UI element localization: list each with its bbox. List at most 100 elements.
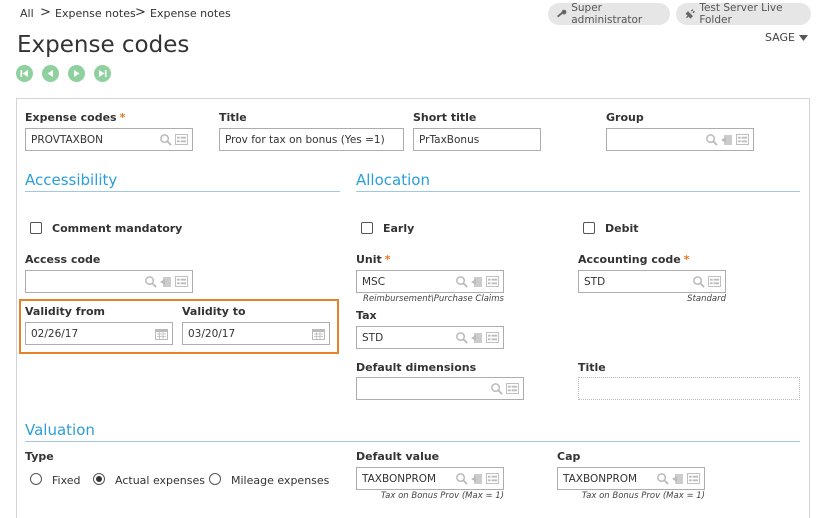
tax-value: STD <box>362 331 384 344</box>
list-icon[interactable] <box>486 332 499 343</box>
caret-down-icon <box>799 34 808 41</box>
allocation-divider <box>356 191 800 192</box>
list-icon[interactable] <box>736 134 749 145</box>
type-label: Type <box>25 450 54 463</box>
search-icon[interactable] <box>705 133 718 146</box>
next-record-button[interactable] <box>68 65 85 82</box>
valuation-divider <box>25 441 800 442</box>
type-actual-label: Actual expenses <box>115 474 205 487</box>
allocation-title-field <box>578 377 800 400</box>
skip-first-icon <box>20 70 28 77</box>
unit-hint: Reimbursement\Purchase Claims <box>362 294 504 304</box>
first-record-button[interactable] <box>16 65 33 82</box>
validity-from-label: Validity from <box>25 305 106 318</box>
group-field[interactable] <box>606 128 754 151</box>
short-title-field[interactable]: PrTaxBonus <box>413 128 541 151</box>
arrow-right-icon <box>74 70 80 77</box>
plug-icon <box>685 8 695 19</box>
accounting-code-value: STD <box>584 275 606 288</box>
search-icon[interactable] <box>455 331 468 344</box>
list-icon[interactable] <box>708 276 721 287</box>
search-icon[interactable] <box>490 382 503 395</box>
validity-from-field[interactable]: 02/26/17 <box>25 322 173 345</box>
type-mileage-label: Mileage expenses <box>231 474 330 487</box>
validity-to-label: Validity to <box>182 305 246 318</box>
accounting-code-field[interactable]: STD <box>578 270 726 293</box>
server-label: Test Server Live Folder <box>699 2 783 26</box>
default-dimensions-label: Default dimensions <box>356 361 477 374</box>
search-icon[interactable] <box>656 472 669 485</box>
list-icon[interactable] <box>486 473 499 484</box>
valuation-heading: Valuation <box>25 421 95 439</box>
search-icon[interactable] <box>455 275 468 288</box>
list-icon[interactable] <box>175 276 188 287</box>
open-icon[interactable] <box>672 473 684 485</box>
unit-field[interactable]: MSC <box>356 270 504 293</box>
default-dimensions-field[interactable] <box>356 377 524 400</box>
comment-mandatory-label: Comment mandatory <box>52 222 183 235</box>
search-icon[interactable] <box>144 275 157 288</box>
open-icon[interactable] <box>160 276 172 288</box>
title-label: Title <box>219 111 247 124</box>
debit-label: Debit <box>605 222 639 235</box>
default-value-field[interactable]: TAXBONPROM <box>356 467 504 490</box>
expense-codes-label: Expense codes * <box>25 111 126 124</box>
short-title-label: Short title <box>413 111 477 124</box>
open-icon[interactable] <box>721 134 733 146</box>
default-value-hint: Tax on Bonus Prov (Max = 1) <box>380 491 504 501</box>
accounting-code-label: Accounting code * <box>578 253 690 266</box>
access-code-field[interactable] <box>25 270 193 293</box>
early-checkbox[interactable] <box>361 222 373 234</box>
calendar-icon[interactable] <box>155 328 168 340</box>
previous-record-button[interactable] <box>42 65 59 82</box>
search-icon[interactable] <box>692 275 705 288</box>
accounting-code-hint: Standard <box>687 294 726 304</box>
type-actual-radio[interactable] <box>93 473 105 485</box>
super-admin-label: Super administrator <box>571 2 643 26</box>
unit-label: Unit * <box>356 253 391 266</box>
chevron-right-icon: > <box>40 5 51 20</box>
validity-from-value: 02/26/17 <box>31 327 79 340</box>
cap-field[interactable]: TAXBONPROM <box>557 467 705 490</box>
chevron-right-icon: > <box>135 5 146 20</box>
list-icon[interactable] <box>687 473 700 484</box>
page-title: Expense codes <box>17 32 190 58</box>
breadcrumb-expense-notes-1[interactable]: Expense notes <box>55 7 136 20</box>
title-value: Prov for tax on bonus (Yes =1) <box>225 133 385 146</box>
allocation-heading: Allocation <box>356 171 430 189</box>
calendar-icon[interactable] <box>312 328 325 340</box>
sage-menu[interactable]: SAGE <box>765 31 808 44</box>
debit-checkbox[interactable] <box>583 222 595 234</box>
super-admin-button[interactable]: Super administrator <box>548 2 670 26</box>
access-code-label: Access code <box>25 253 101 266</box>
tax-label: Tax <box>356 309 377 322</box>
skip-last-icon <box>99 70 107 77</box>
type-fixed-radio[interactable] <box>30 473 42 485</box>
list-icon[interactable] <box>486 276 499 287</box>
breadcrumb-expense-notes-2[interactable]: Expense notes <box>150 7 231 20</box>
open-icon[interactable] <box>471 332 483 344</box>
search-icon[interactable] <box>455 472 468 485</box>
type-fixed-label: Fixed <box>52 474 81 487</box>
search-icon[interactable] <box>159 133 172 146</box>
validity-to-field[interactable]: 03/20/17 <box>182 322 330 345</box>
tax-field[interactable]: STD <box>356 326 504 349</box>
expense-codes-field[interactable]: PROVTAXBON <box>25 128 193 151</box>
last-record-button[interactable] <box>94 65 111 82</box>
expense-codes-value: PROVTAXBON <box>31 133 104 146</box>
comment-mandatory-checkbox[interactable] <box>30 222 42 234</box>
unit-value: MSC <box>362 275 386 288</box>
breadcrumb-all[interactable]: All <box>20 7 34 20</box>
list-icon[interactable] <box>506 383 519 394</box>
validity-to-value: 03/20/17 <box>188 327 236 340</box>
key-icon <box>557 9 567 17</box>
accessibility-heading: Accessibility <box>25 171 118 189</box>
server-button[interactable]: Test Server Live Folder <box>676 2 811 26</box>
open-icon[interactable] <box>471 276 483 288</box>
early-label: Early <box>383 222 415 235</box>
title-field[interactable]: Prov for tax on bonus (Yes =1) <box>219 128 404 151</box>
cap-hint: Tax on Bonus Prov (Max = 1) <box>581 491 705 501</box>
type-mileage-radio[interactable] <box>209 473 221 485</box>
list-icon[interactable] <box>175 134 188 145</box>
open-icon[interactable] <box>471 473 483 485</box>
